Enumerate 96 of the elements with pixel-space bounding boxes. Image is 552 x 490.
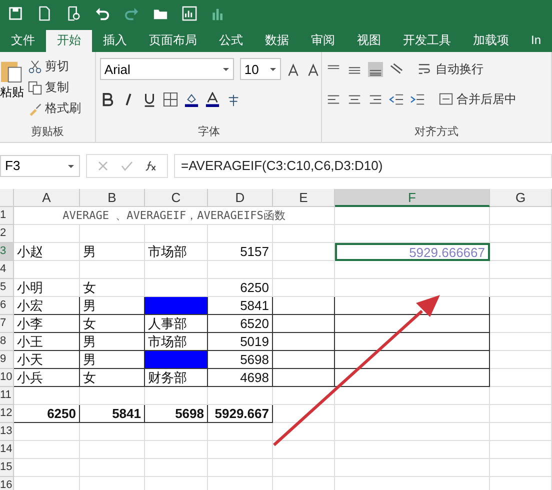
table-cell: 6250 xyxy=(14,405,80,423)
table-cell: 小明 xyxy=(14,279,80,297)
row-header[interactable]: 5 xyxy=(0,279,14,297)
row-header[interactable]: 16 xyxy=(0,477,14,490)
row-header[interactable]: 10 xyxy=(0,369,14,387)
insert-function-icon[interactable] xyxy=(145,160,157,172)
table-cell: 女 xyxy=(80,315,145,333)
brush-icon xyxy=(28,102,42,116)
merge-cells-icon xyxy=(439,92,454,106)
save-icon[interactable] xyxy=(8,6,23,20)
table-cell: 男 xyxy=(80,333,145,351)
align-bottom-icon[interactable] xyxy=(368,62,384,76)
row-header[interactable]: 9 xyxy=(0,351,14,369)
cut-button[interactable]: 剪切 xyxy=(28,58,81,75)
undo-icon[interactable] xyxy=(95,6,110,20)
table-cell: 人事部 xyxy=(145,315,208,333)
font-color-icon[interactable] xyxy=(205,92,220,106)
row-header[interactable]: 8 xyxy=(0,333,14,351)
wrap-text-button[interactable]: 自动换行 xyxy=(418,60,484,78)
table-cell: 5698 xyxy=(208,351,273,369)
table-cell: 小王 xyxy=(14,333,80,351)
group-label: 对齐方式 xyxy=(414,124,460,140)
caret-icon xyxy=(222,65,230,73)
ribbon-tab[interactable]: In xyxy=(520,30,552,52)
table-cell: 市场部 xyxy=(145,243,208,261)
table-cell: 5157 xyxy=(208,243,273,261)
row-header[interactable]: 2 xyxy=(0,225,14,243)
font-size-dropdown[interactable]: 10 xyxy=(240,58,281,80)
scissors-icon xyxy=(28,60,42,74)
ribbon-tab[interactable]: 加载项 xyxy=(462,30,520,52)
column-header[interactable]: E xyxy=(273,189,335,207)
column-header[interactable]: G xyxy=(490,189,552,207)
table-cell: 5841 xyxy=(208,297,273,315)
formula-field[interactable]: =AVERAGEIF(C3:C10,C6,D3:D10) xyxy=(174,154,552,178)
row-header[interactable]: 3 xyxy=(0,243,14,261)
copy-icon xyxy=(28,80,42,94)
ribbon-tab[interactable]: 视图 xyxy=(346,30,392,52)
row-header[interactable]: 13 xyxy=(0,423,14,441)
row-header[interactable]: 4 xyxy=(0,261,14,279)
chart-icon[interactable] xyxy=(182,6,197,20)
ribbon-tab[interactable]: 开始 xyxy=(46,30,92,52)
font-name-dropdown[interactable]: Arial xyxy=(100,58,234,80)
table-cell: 5019 xyxy=(208,333,273,351)
table-cell: 小赵 xyxy=(14,243,80,261)
ribbon-tab[interactable]: 数据 xyxy=(254,30,300,52)
column-header[interactable]: B xyxy=(80,189,145,207)
caret-icon xyxy=(268,65,277,73)
ribbon-tab[interactable]: 审阅 xyxy=(300,30,346,52)
table-cell: 4698 xyxy=(208,369,273,387)
table-cell: 财务部 xyxy=(145,369,208,387)
name-box[interactable]: F3 xyxy=(0,154,80,176)
decrease-indent-icon[interactable] xyxy=(389,92,404,106)
table-cell: 5698 xyxy=(145,405,208,423)
print-preview-icon[interactable] xyxy=(66,6,81,20)
row-header[interactable]: 12 xyxy=(0,405,14,423)
column-header[interactable]: A xyxy=(14,189,80,207)
new-document-icon[interactable] xyxy=(37,6,52,20)
row-header[interactable]: 15 xyxy=(0,459,14,477)
ribbon-tab[interactable]: 文件 xyxy=(0,30,46,52)
bold-icon[interactable] xyxy=(100,92,116,106)
paste-button[interactable]: 粘贴 xyxy=(0,58,24,124)
table-cell: 6520 xyxy=(208,315,273,333)
column-header[interactable]: C xyxy=(145,189,208,207)
merge-center-button[interactable]: 合并后居中 xyxy=(439,90,516,108)
table-cell: 小兵 xyxy=(14,369,80,387)
ribbon-tab[interactable]: 公式 xyxy=(208,30,254,52)
borders-icon[interactable] xyxy=(163,92,178,106)
increase-indent-icon[interactable] xyxy=(410,92,426,106)
selected-cell[interactable]: 5929.666667 xyxy=(335,243,490,261)
ribbon-tab[interactable]: 开发工具 xyxy=(392,30,462,52)
wrap-text-icon xyxy=(418,62,432,76)
table-cell: 男 xyxy=(80,243,145,261)
ribbon-tab[interactable]: 页面布局 xyxy=(138,30,208,52)
check-icon[interactable] xyxy=(121,160,133,172)
column-header[interactable]: D xyxy=(208,189,273,207)
table-cell: 小天 xyxy=(14,351,80,369)
table-cell: 小李 xyxy=(14,315,80,333)
row-header[interactable]: 6 xyxy=(0,297,14,315)
table-cell: 女 xyxy=(80,279,145,297)
group-label: 字体 xyxy=(196,124,221,140)
column-header[interactable]: F xyxy=(335,189,490,207)
row-header[interactable]: 7 xyxy=(0,315,14,333)
table-cell: 5929.667 xyxy=(208,405,273,423)
fill-color-icon[interactable] xyxy=(184,92,200,106)
table-cell: 5841 xyxy=(80,405,145,423)
row-header[interactable]: 14 xyxy=(0,441,14,459)
table-cell: AVERAGE 、AVERAGEIF，AVERAGEIFS函数 xyxy=(14,207,335,225)
format-painter-button[interactable]: 格式刷 xyxy=(28,100,81,117)
copy-button[interactable]: 复制 xyxy=(28,79,81,96)
table-cell: 小宏 xyxy=(14,297,80,315)
table-cell: 6250 xyxy=(208,279,273,297)
ribbon-tab[interactable]: 插入 xyxy=(92,30,138,52)
group-label: 剪贴板 xyxy=(30,124,66,140)
row-header[interactable]: 1 xyxy=(0,207,14,225)
table-cell: 女 xyxy=(80,369,145,387)
row-header[interactable]: 11 xyxy=(0,387,14,405)
